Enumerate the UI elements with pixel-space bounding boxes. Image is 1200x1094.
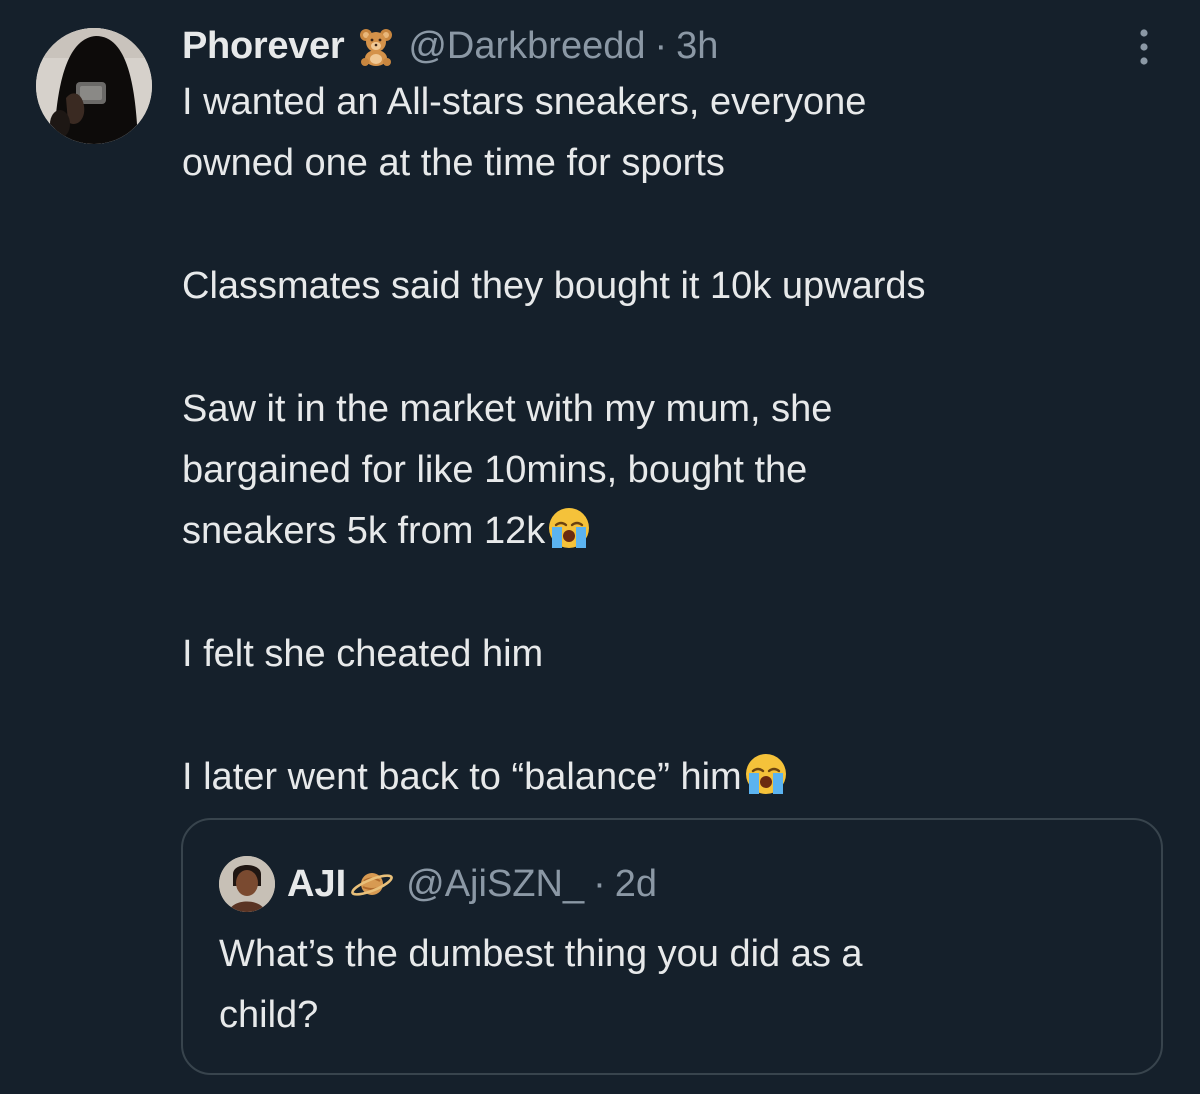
quoted-author-display-name[interactable]: AJI bbox=[287, 863, 346, 906]
tweet-paragraph: Classmates said they bought it 10k upwar… bbox=[182, 256, 1172, 317]
tweet-line: bargained for like 10mins, bought the bbox=[182, 449, 808, 491]
quoted-tweet-timestamp[interactable]: 2d bbox=[615, 863, 657, 906]
more-vertical-icon bbox=[1140, 29, 1148, 65]
tweet-line: Classmates said they bought it 10k upwar… bbox=[182, 265, 926, 307]
more-options-button[interactable] bbox=[1128, 24, 1160, 70]
tweet-text: I wanted an All-stars sneakers, everyone… bbox=[182, 72, 1172, 808]
quoted-tweet-header: AJI @AjiSZN_ · 2d bbox=[219, 856, 657, 912]
tweet-paragraph: I later went back to “balance” him bbox=[182, 747, 1172, 808]
tweet-header: Phorever @Darkbreedd · 3h bbox=[182, 18, 718, 74]
teddy-bear-icon bbox=[360, 29, 393, 66]
tweet-paragraph: Saw it in the market with my mum, she ba… bbox=[182, 379, 1172, 562]
tweet-line: I later went back to “balance” him bbox=[182, 747, 1172, 808]
quoted-tweet-line: child? bbox=[219, 994, 319, 1036]
quoted-header-separator: · bbox=[593, 862, 606, 905]
quoted-author-handle[interactable]: @AjiSZN_ bbox=[406, 863, 584, 906]
tweet-line: sneakers 5k from 12k bbox=[182, 501, 1172, 562]
tweet-timestamp[interactable]: 3h bbox=[676, 25, 718, 68]
tweet-paragraph: I wanted an All-stars sneakers, everyone… bbox=[182, 72, 1172, 194]
tweet-line-text: sneakers 5k from 12k bbox=[182, 510, 546, 552]
avatar-person-icon bbox=[36, 28, 152, 144]
quoted-tweet[interactable]: AJI @AjiSZN_ · 2d What’s the dumbest thi… bbox=[181, 818, 1163, 1075]
tweet-line: Saw it in the market with my mum, she bbox=[182, 388, 833, 430]
author-avatar[interactable] bbox=[36, 28, 152, 144]
quoted-tweet-text: What’s the dumbest thing you did as a ch… bbox=[219, 924, 1119, 1046]
avatar-person-icon bbox=[219, 856, 275, 912]
ringed-planet-icon bbox=[351, 873, 394, 896]
tweet-line: I wanted an All-stars sneakers, everyone bbox=[182, 81, 867, 123]
quoted-tweet-line: What’s the dumbest thing you did as a bbox=[219, 933, 863, 975]
author-display-name[interactable]: Phorever bbox=[182, 25, 345, 68]
tweet-line: I felt she cheated him bbox=[182, 633, 544, 675]
tweet-line: owned one at the time for sports bbox=[182, 142, 725, 184]
author-handle[interactable]: @Darkbreedd bbox=[408, 25, 645, 68]
tweet-line-text: I later went back to “balance” him bbox=[182, 756, 742, 798]
crying-face-icon bbox=[745, 754, 786, 794]
header-separator: · bbox=[654, 24, 668, 67]
crying-face-icon bbox=[549, 508, 590, 548]
tweet: Phorever @Darkbreedd · 3h I wanted an Al… bbox=[0, 0, 1200, 1094]
quoted-author-avatar[interactable] bbox=[219, 856, 275, 912]
tweet-paragraph: I felt she cheated him bbox=[182, 624, 1172, 685]
